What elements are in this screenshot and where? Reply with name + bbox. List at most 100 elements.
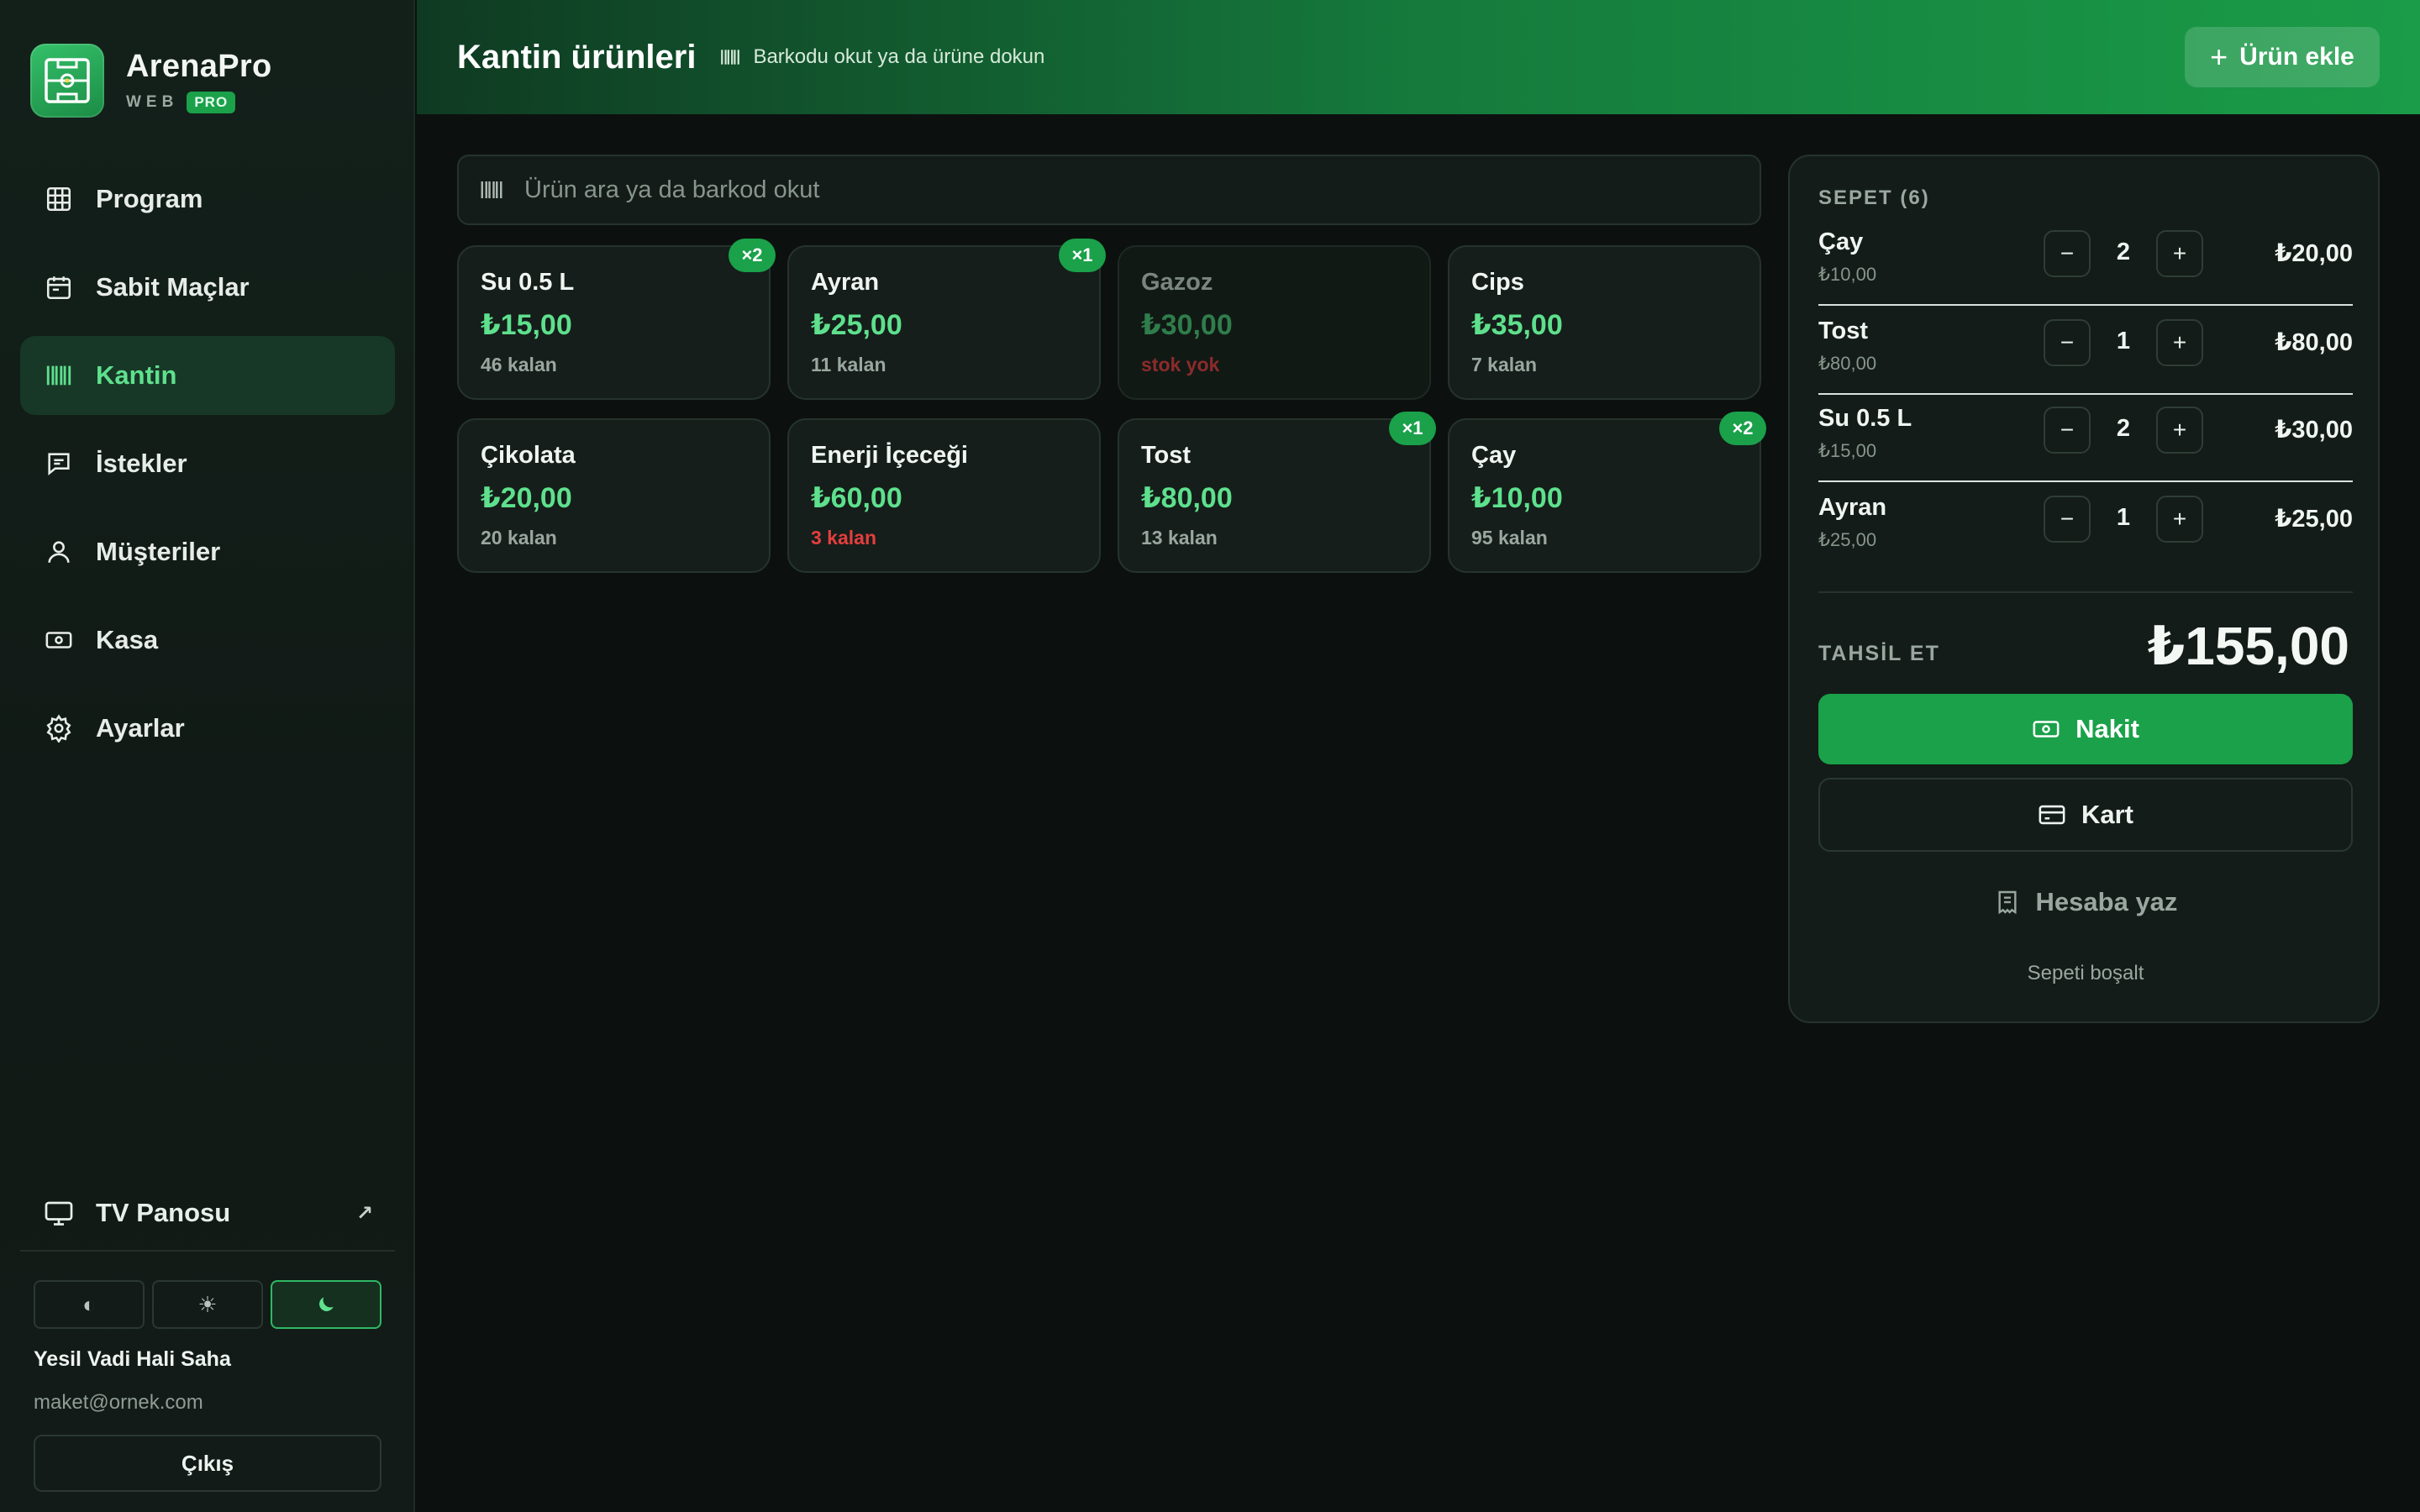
- add-product-label: Ürün ekle: [2239, 43, 2354, 71]
- product-name: Ayran: [811, 269, 880, 296]
- brand-sub: WEB: [126, 92, 179, 111]
- increase-qty-button[interactable]: +: [2156, 319, 2203, 366]
- nav-label: Sabit Maçlar: [96, 272, 250, 302]
- tv-board-link[interactable]: TV Panosu ↗: [20, 1176, 395, 1252]
- nav-item-fixed-matches[interactable]: Sabit Maçlar: [20, 248, 395, 327]
- cart-item-total: ₺30,00: [2275, 417, 2353, 444]
- divider: [1818, 591, 2353, 593]
- calendar-icon: [44, 272, 74, 302]
- cart-item-unit-price: ₺25,00: [1818, 529, 1877, 550]
- scan-hint: Barkodu okut ya da ürüne dokun: [719, 45, 1044, 69]
- nav-label: Program: [96, 184, 203, 213]
- grid-icon: [44, 184, 74, 214]
- cart-item: Ayran ₺25,00 − 1 + ₺25,00: [1818, 482, 2353, 571]
- product-price: ₺25,00: [811, 309, 902, 341]
- cart-item-total: ₺80,00: [2275, 329, 2353, 356]
- nav-item-settings[interactable]: Ayarlar: [20, 689, 395, 768]
- nav-label: Kasa: [96, 625, 159, 654]
- cart-item-qty: 2: [2116, 239, 2131, 265]
- product-price: ₺20,00: [481, 482, 572, 514]
- product-card[interactable]: Tost ₺80,00 13 kalan ×1: [1118, 412, 1436, 573]
- product-stock: stok yok: [1141, 354, 1220, 375]
- barcode-icon: [721, 50, 740, 65]
- nav-item-customers[interactable]: Müşteriler: [20, 512, 395, 591]
- product-card[interactable]: Çikolata ₺20,00 20 kalan: [457, 418, 771, 573]
- credit-card-icon: [2038, 801, 2066, 829]
- product-stock: 95 kalan: [1471, 527, 1548, 549]
- cart-item-unit-price: ₺80,00: [1818, 353, 1877, 374]
- plus-icon: +: [2210, 39, 2228, 74]
- product-price: ₺10,00: [1471, 482, 1563, 514]
- moon-icon: [319, 1297, 334, 1311]
- theme-light-button[interactable]: ☀: [152, 1280, 263, 1329]
- nav-item-cashbox[interactable]: Kasa: [20, 601, 395, 680]
- external-link-icon: ↗: [355, 1202, 373, 1225]
- clear-cart-button[interactable]: Sepeti boşalt: [1818, 953, 2353, 995]
- charge-to-account-button[interactable]: Hesaba yaz: [1818, 869, 2353, 936]
- product-name: Cips: [1471, 269, 1524, 296]
- pay-card-button[interactable]: Kart: [1818, 778, 2353, 852]
- decrease-qty-button[interactable]: −: [2044, 407, 2091, 454]
- pay-cash-button[interactable]: Nakit: [1818, 694, 2353, 764]
- nav-item-requests[interactable]: İstekler: [20, 424, 395, 503]
- cart-item-qty: 1: [2116, 328, 2131, 354]
- logout-button[interactable]: Çıkış: [34, 1435, 381, 1492]
- cart-item-qty: 1: [2116, 504, 2131, 531]
- decrease-qty-button[interactable]: −: [2044, 230, 2091, 277]
- message-icon: [44, 449, 74, 479]
- increase-qty-button[interactable]: +: [2156, 496, 2203, 543]
- cart-item-qty: 2: [2116, 415, 2131, 442]
- product-card[interactable]: Ayran ₺25,00 11 kalan ×1: [787, 239, 1106, 400]
- barcode-icon: [481, 181, 502, 198]
- cart-qty-badge: ×2: [1719, 412, 1766, 445]
- product-card[interactable]: Su 0.5 L ₺15,00 46 kalan ×2: [457, 239, 776, 400]
- cart-item: Su 0.5 L ₺15,00 − 2 + ₺30,00: [1818, 393, 2353, 482]
- nav-label: Kantin: [96, 360, 177, 390]
- gear-icon: [44, 713, 74, 743]
- page-title: Kantin ürünleri: [457, 38, 697, 76]
- product-card[interactable]: Çay ₺10,00 95 kalan ×2: [1448, 412, 1766, 573]
- cash-icon: [2032, 715, 2060, 743]
- product-name: Çay: [1471, 442, 1517, 469]
- product-card[interactable]: Enerji İçeceği ₺60,00 3 kalan: [787, 418, 1101, 573]
- pay-label: TAHSİL ET: [1818, 642, 1940, 665]
- cart-item: Çay ₺10,00 − 2 + ₺20,00: [1818, 217, 2353, 306]
- account-label: Hesaba yaz: [2035, 887, 2178, 916]
- cart-item-unit-price: ₺15,00: [1818, 440, 1877, 461]
- theme-auto-button[interactable]: ◐: [34, 1280, 145, 1329]
- brand-name: ArenaPro: [126, 48, 272, 84]
- cash-label: Nakit: [2075, 714, 2139, 743]
- cart-qty-badge: ×1: [1059, 239, 1106, 272]
- product-stock: 11 kalan: [811, 354, 886, 375]
- cart-item-name: Su 0.5 L: [1818, 405, 1912, 432]
- product-price: ₺30,00: [1141, 309, 1233, 341]
- decrease-qty-button[interactable]: −: [2044, 319, 2091, 366]
- cart-item-name: Ayran: [1818, 494, 1887, 521]
- add-product-button[interactable]: + Ürün ekle: [2185, 27, 2380, 87]
- increase-qty-button[interactable]: +: [2156, 407, 2203, 454]
- search-input[interactable]: [524, 176, 1701, 204]
- decrease-qty-button[interactable]: −: [2044, 496, 2091, 543]
- cart-total: ₺155,00: [2147, 616, 2349, 676]
- product-card[interactable]: Cips ₺35,00 7 kalan: [1448, 245, 1761, 400]
- user-icon: [44, 537, 74, 567]
- product-stock: 7 kalan: [1471, 354, 1537, 375]
- nav-item-canteen[interactable]: Kantin: [20, 336, 395, 415]
- cart-qty-badge: ×2: [729, 239, 776, 272]
- main-nav: Program Sabit Maçlar Kantin İstekler Müş…: [20, 160, 395, 777]
- cart-qty-badge: ×1: [1389, 412, 1436, 445]
- increase-qty-button[interactable]: +: [2156, 230, 2203, 277]
- cart-item-name: Çay: [1818, 228, 1864, 255]
- product-name: Su 0.5 L: [481, 269, 575, 296]
- barcode-icon: [44, 360, 74, 391]
- theme-dark-button[interactable]: [271, 1280, 381, 1329]
- cart-item-total: ₺25,00: [2275, 506, 2353, 533]
- user-email: maket@ornek.com: [34, 1391, 203, 1414]
- product-name: Gazoz: [1141, 269, 1213, 296]
- nav-item-program[interactable]: Program: [20, 160, 395, 239]
- cart-title: SEPET (6): [1818, 186, 1930, 209]
- brand[interactable]: ArenaPro WEB PRO: [30, 44, 271, 118]
- cart-item-total: ₺20,00: [2275, 240, 2353, 267]
- nav-label: Müşteriler: [96, 537, 221, 566]
- product-name: Enerji İçeceği: [811, 442, 968, 469]
